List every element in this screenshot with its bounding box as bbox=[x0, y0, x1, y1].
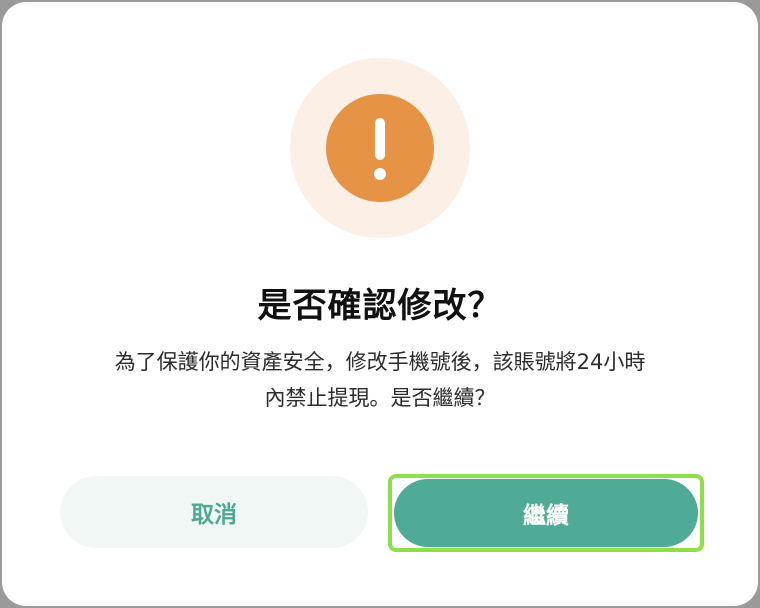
dialog-title: 是否確認修改？ bbox=[257, 286, 503, 326]
confirm-dialog: 是否確認修改？ 為了保護你的資產安全，修改手機號後，該賬號將24小時 內禁止提現… bbox=[2, 2, 758, 606]
dialog-message: 為了保護你的資產安全，修改手機號後，該賬號將24小時 內禁止提現。是否繼續？ bbox=[52, 344, 708, 416]
warning-icon-halo bbox=[290, 58, 470, 238]
cancel-button[interactable]: 取消 bbox=[60, 476, 368, 548]
dialog-message-line: 為了保護你的資產安全，修改手機號後，該賬號將24小時 bbox=[114, 350, 646, 374]
continue-button[interactable]: 繼續 bbox=[394, 479, 698, 547]
exclamation-icon bbox=[326, 94, 434, 202]
dialog-message-line: 內禁止提現。是否繼續？ bbox=[264, 386, 496, 410]
